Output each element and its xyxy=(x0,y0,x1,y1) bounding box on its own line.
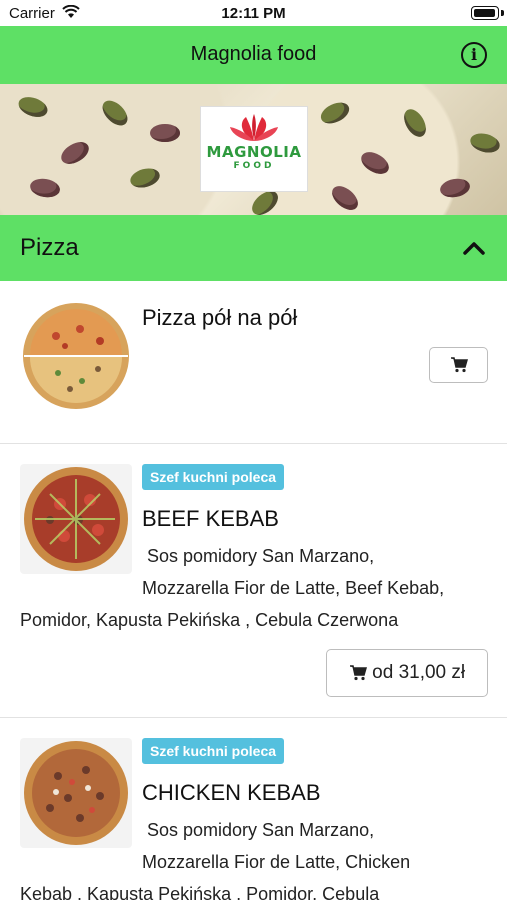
section-header-pizza[interactable]: Pizza xyxy=(0,215,507,281)
product-description: Sos pomidory San Marzano, Mozzarella Fio… xyxy=(20,540,497,636)
desc-line: Sos pomidory San Marzano, xyxy=(142,820,375,840)
product-item[interactable]: Szef kuchni poleca CHICKEN KEBAB Sos pom… xyxy=(0,718,507,900)
status-time: 12:11 PM xyxy=(221,5,286,22)
nav-bar: Magnolia food i xyxy=(0,26,507,84)
battery-icon xyxy=(471,6,499,20)
desc-line: Kebab , Kapusta Pekińska , Pomidor, Cebu… xyxy=(20,884,380,900)
desc-line: Pomidor, Kapusta Pekińska , Cebula Czerw… xyxy=(20,610,399,630)
chef-recommends-badge: Szef kuchni poleca xyxy=(142,464,285,490)
add-to-cart-button[interactable] xyxy=(429,347,488,383)
product-name: Pizza pół na pół xyxy=(142,305,298,330)
desc-line: Mozzarella Fior de Latte, Beef Kebab, xyxy=(142,578,445,598)
chevron-up-icon[interactable] xyxy=(463,241,485,255)
product-name: BEEF KEBAB xyxy=(142,506,279,531)
chef-recommends-badge: Szef kuchni poleca xyxy=(142,738,285,764)
desc-line: Sos pomidory San Marzano, xyxy=(142,546,375,566)
section-title: Pizza xyxy=(20,234,79,261)
info-icon[interactable]: i xyxy=(461,42,487,68)
cart-icon xyxy=(349,665,367,681)
logo-text: MAGNOLIA xyxy=(206,143,302,161)
status-bar: Carrier 12:11 PM xyxy=(0,0,507,26)
price-label: od 31,00 zł xyxy=(372,661,466,683)
logo-subtext: FOOD xyxy=(233,161,275,171)
desc-line: Mozzarella Fior de Latte, Chicken xyxy=(142,852,411,872)
product-description: Sos pomidory San Marzano, Mozzarella Fio… xyxy=(20,814,497,900)
nav-title: Magnolia food xyxy=(190,43,317,65)
add-to-cart-button[interactable]: od 31,00 zł xyxy=(326,649,488,697)
magnolia-logo: MAGNOLIA FOOD xyxy=(200,106,308,192)
product-item[interactable]: Pizza pół na pół xyxy=(0,281,507,444)
banner-image: MAGNOLIA FOOD xyxy=(0,84,507,215)
battery-cap xyxy=(501,10,504,16)
cart-icon xyxy=(450,357,468,373)
pizza-half-half-image xyxy=(20,301,132,411)
product-name: CHICKEN KEBAB xyxy=(142,780,321,805)
product-item[interactable]: Szef kuchni poleca BEEF KEBAB Sos pomido… xyxy=(0,444,507,718)
